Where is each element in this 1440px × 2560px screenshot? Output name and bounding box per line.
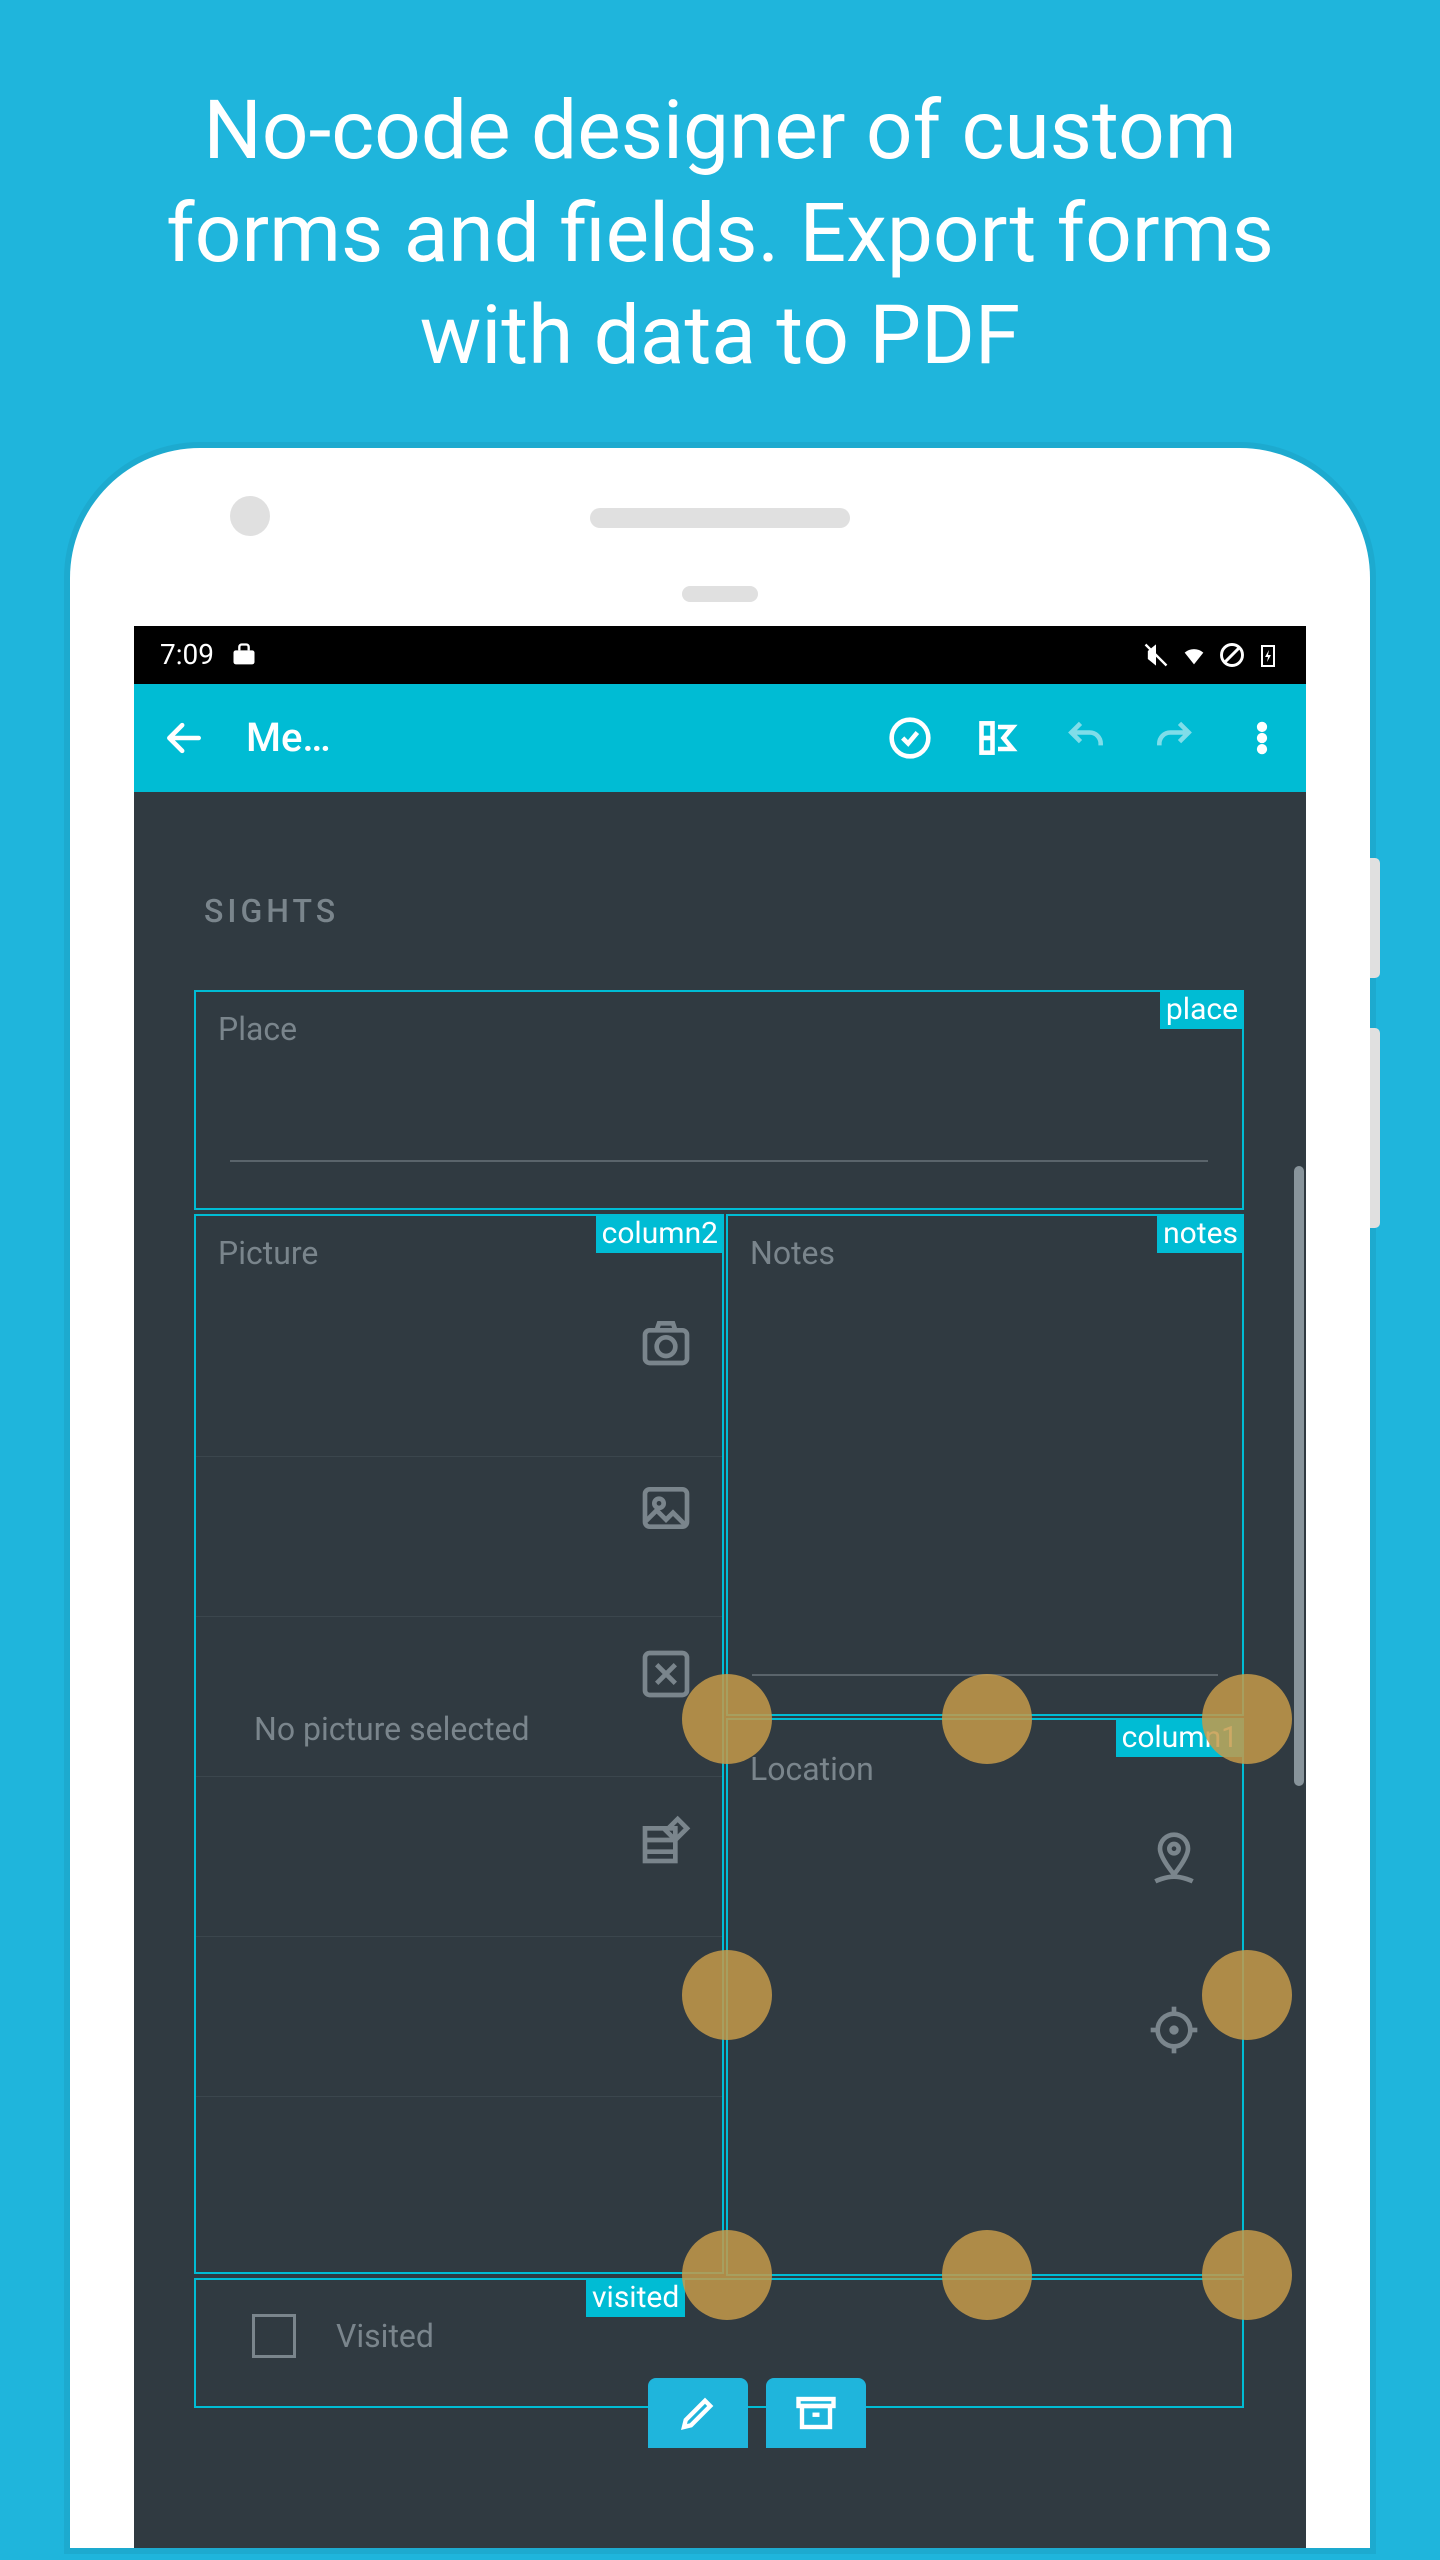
checkbox[interactable] xyxy=(252,2314,296,2358)
field-label: Notes xyxy=(750,1234,835,1272)
redo-icon xyxy=(1152,716,1196,760)
target-icon[interactable] xyxy=(1146,2002,1202,2058)
edit-form-icon[interactable] xyxy=(638,1812,694,1868)
back-button[interactable] xyxy=(154,708,214,768)
remove-image-icon[interactable] xyxy=(638,1646,694,1702)
battery-icon xyxy=(1256,641,1280,669)
redo-button[interactable] xyxy=(1150,714,1198,762)
app-bar: Me… xyxy=(134,684,1306,792)
overflow-menu-button[interactable] xyxy=(1238,714,1286,762)
status-bar: 7:09 xyxy=(134,626,1306,684)
side-button xyxy=(1370,1028,1380,1228)
archive-field-button[interactable] xyxy=(766,2378,866,2448)
field-notes[interactable]: Notes notes xyxy=(726,1214,1244,1716)
field-label: Picture xyxy=(218,1234,318,1272)
field-label: Visited xyxy=(336,2317,434,2355)
text-input-underline xyxy=(230,1160,1208,1162)
side-button xyxy=(1370,858,1380,978)
vibrate-icon xyxy=(1142,641,1170,669)
text-input-underline xyxy=(752,1674,1218,1676)
more-vert-icon xyxy=(1243,719,1281,757)
earpiece xyxy=(590,508,850,528)
field-tag: column2 xyxy=(596,1214,724,1253)
archive-icon xyxy=(795,2392,837,2434)
screen: 7:09 Me… xyxy=(134,626,1306,2548)
field-tag: place xyxy=(1160,990,1244,1029)
form-sigma-icon xyxy=(976,716,1020,760)
field-location[interactable]: Location column1 xyxy=(726,1718,1244,2276)
undo-button[interactable] xyxy=(1062,714,1110,762)
arrow-left-icon xyxy=(162,716,206,760)
briefcase-icon xyxy=(230,641,258,669)
scrollbar[interactable] xyxy=(1294,1166,1304,1786)
wifi-icon xyxy=(1180,641,1208,669)
field-place[interactable]: Place place xyxy=(194,990,1244,1210)
gallery-icon[interactable] xyxy=(638,1480,694,1536)
device-frame: 7:09 Me… xyxy=(70,448,1370,2548)
section-header: SIGHTS xyxy=(194,832,1246,980)
no-signal-icon xyxy=(1218,641,1246,669)
undo-icon xyxy=(1064,716,1108,760)
home-indicator xyxy=(682,586,758,602)
field-tag: notes xyxy=(1157,1214,1244,1253)
form-canvas[interactable]: SIGHTS Place place Picture column2 xyxy=(134,792,1306,1030)
edit-field-button[interactable] xyxy=(648,2378,748,2448)
field-label: Place xyxy=(218,1010,297,1048)
field-tag: column1 xyxy=(1116,1718,1244,1757)
check-circle-icon xyxy=(888,716,932,760)
pencil-icon xyxy=(677,2392,719,2434)
field-picture[interactable]: Picture column2 No picture selected xyxy=(194,1214,724,2274)
form-settings-button[interactable] xyxy=(974,714,1022,762)
camera-icon[interactable] xyxy=(638,1314,694,1370)
map-pin-icon[interactable] xyxy=(1146,1830,1202,1886)
promo-headline: No-code designer of custom forms and fie… xyxy=(0,0,1440,448)
camera-dot xyxy=(230,496,270,536)
field-label: Location xyxy=(750,1750,874,1788)
app-title: Me… xyxy=(246,714,386,761)
picture-empty-text: No picture selected xyxy=(254,1710,530,1748)
status-time: 7:09 xyxy=(160,638,214,671)
done-button[interactable] xyxy=(886,714,934,762)
field-tag: visited xyxy=(586,2278,685,2317)
